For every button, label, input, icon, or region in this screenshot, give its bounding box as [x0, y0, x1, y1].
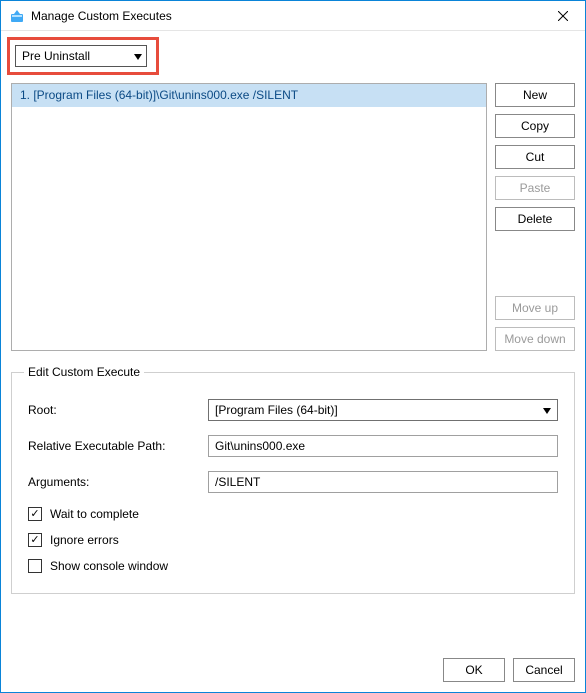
cut-button[interactable]: Cut	[495, 145, 575, 169]
arguments-input[interactable]	[208, 471, 558, 493]
root-label: Root:	[28, 403, 208, 417]
relative-path-label: Relative Executable Path:	[28, 439, 208, 453]
wait-label: Wait to complete	[50, 507, 139, 521]
chevron-down-icon	[134, 49, 142, 63]
chevron-down-icon	[543, 403, 551, 417]
dialog-window: Manage Custom Executes Pre Uninstall 1. …	[0, 0, 586, 693]
edit-custom-execute-group: Edit Custom Execute Root: [Program Files…	[11, 365, 575, 594]
move-up-button: Move up	[495, 296, 575, 320]
ok-button[interactable]: OK	[443, 658, 505, 682]
close-icon	[558, 11, 568, 21]
stage-dropdown-value: Pre Uninstall	[22, 49, 90, 63]
app-icon	[9, 8, 25, 24]
executes-listbox[interactable]: 1. [Program Files (64-bit)]\Git\unins000…	[11, 83, 487, 351]
stage-dropdown[interactable]: Pre Uninstall	[15, 45, 147, 67]
titlebar: Manage Custom Executes	[1, 1, 585, 31]
ignore-errors-label: Ignore errors	[50, 533, 119, 547]
stage-dropdown-highlight: Pre Uninstall	[7, 37, 159, 75]
copy-button[interactable]: Copy	[495, 114, 575, 138]
show-console-label: Show console window	[50, 559, 168, 573]
arguments-label: Arguments:	[28, 475, 208, 489]
list-item[interactable]: 1. [Program Files (64-bit)]\Git\unins000…	[12, 84, 486, 107]
dialog-footer: OK Cancel	[1, 650, 585, 692]
show-console-checkbox[interactable]	[28, 559, 42, 573]
close-button[interactable]	[540, 1, 585, 30]
root-value: [Program Files (64-bit)]	[215, 403, 338, 417]
new-button[interactable]: New	[495, 83, 575, 107]
ignore-errors-checkbox[interactable]	[28, 533, 42, 547]
wait-checkbox[interactable]	[28, 507, 42, 521]
root-combobox[interactable]: [Program Files (64-bit)]	[208, 399, 558, 421]
edit-group-legend: Edit Custom Execute	[24, 365, 144, 379]
cancel-button[interactable]: Cancel	[513, 658, 575, 682]
move-down-button: Move down	[495, 327, 575, 351]
delete-button[interactable]: Delete	[495, 207, 575, 231]
relative-path-input[interactable]	[208, 435, 558, 457]
list-item-label: 1. [Program Files (64-bit)]\Git\unins000…	[20, 88, 298, 102]
side-button-column: New Copy Cut Paste Delete Move up Move d…	[495, 83, 575, 351]
paste-button: Paste	[495, 176, 575, 200]
window-title: Manage Custom Executes	[31, 9, 540, 23]
